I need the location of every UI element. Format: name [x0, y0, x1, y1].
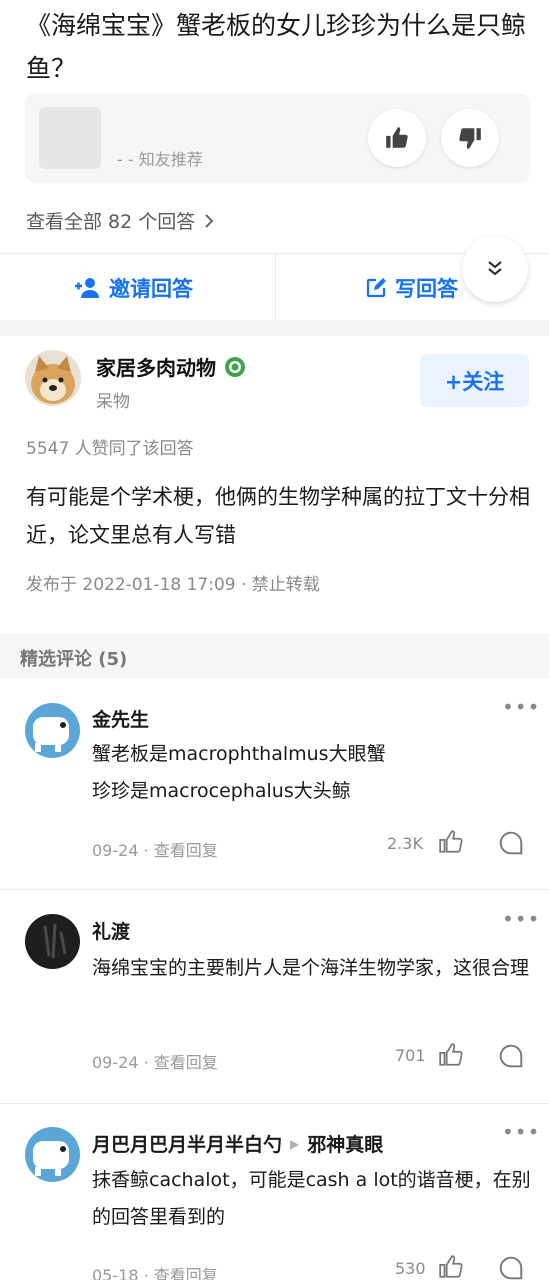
- comment-line: 珍珍是macrocephalus大头鲸: [92, 780, 351, 802]
- more-options-icon[interactable]: •••: [502, 1120, 540, 1144]
- comments-header: 精选评论 (5): [20, 649, 128, 670]
- view-all-label: 查看全部 82 个回答: [26, 211, 196, 233]
- invite-answer-button[interactable]: 邀请回答: [75, 258, 193, 318]
- answer-content[interactable]: 有可能是个学术梗，他俩的生物学种属的拉丁文十分相近，论文里总有人写错: [26, 478, 531, 554]
- write-answer-button[interactable]: 写回答: [365, 258, 458, 318]
- verified-badge-icon: [225, 356, 245, 377]
- like-button[interactable]: [438, 1042, 464, 1072]
- thumbs-up-icon: [386, 127, 408, 148]
- like-button[interactable]: [438, 829, 464, 859]
- thumbs-down-icon: [459, 128, 481, 149]
- author-tagline: 呆物: [96, 392, 130, 412]
- thumbs-up-outline-icon: [439, 1255, 463, 1278]
- comment-meta[interactable]: 05-18 · 查看回复: [92, 1262, 218, 1280]
- thumbs-up-outline-icon: [439, 830, 463, 853]
- comment-bubble-icon: [499, 1256, 523, 1280]
- avatar[interactable]: [25, 703, 80, 758]
- thumbs-up-outline-icon: [439, 1043, 463, 1066]
- author-name: 家居多肉动物: [96, 356, 216, 380]
- chevron-right-icon: [205, 213, 214, 228]
- avatar[interactable]: [25, 350, 81, 406]
- thumbs-up-button[interactable]: [368, 109, 426, 167]
- double-chevron-down-icon: [488, 261, 502, 276]
- comment-text: 海绵宝宝的主要制片人是个海洋生物学家，这很合理: [92, 957, 530, 979]
- like-count: 530: [395, 1259, 426, 1278]
- recommend-label: - - 知友推荐: [117, 150, 203, 169]
- action-separator: [275, 254, 276, 320]
- question-title[interactable]: 《海绵宝宝》蟹老板的女儿珍珍为什么是只鲸鱼？: [26, 4, 531, 90]
- like-button[interactable]: [438, 1254, 464, 1280]
- add-user-icon: [75, 278, 99, 298]
- reply-to-name[interactable]: 邪神真眼: [307, 1130, 383, 1157]
- publish-info: 发布于 2022-01-18 17:09 · 禁止转载: [26, 575, 320, 595]
- avatar[interactable]: [25, 914, 80, 969]
- comment-text: 抹香鲸cachalot，可能是cash a lot的谐音梗，在别的回答里看到的: [92, 1169, 531, 1228]
- recommend-card: - - 知友推荐: [25, 93, 530, 183]
- avatar[interactable]: [25, 1127, 80, 1182]
- section-gap: [0, 320, 549, 336]
- comment-author[interactable]: 金先生: [92, 705, 149, 732]
- bear-avatar-icon: [25, 1127, 80, 1182]
- comment-author-name: 金先生: [92, 709, 150, 731]
- comment-author[interactable]: 礼渡: [92, 917, 130, 944]
- comment-text: 蟹老板是macrophthalmus大眼蟹 珍珍是macrocephalus大头…: [92, 736, 532, 810]
- divider: [0, 889, 549, 890]
- comment-author-name: 月巴月巴月半月半白勺: [92, 1134, 283, 1156]
- comment-bubble-icon: [499, 831, 523, 855]
- reply-button[interactable]: [498, 830, 524, 860]
- expand-button[interactable]: [462, 236, 528, 302]
- author-name-row[interactable]: 家居多肉动物: [96, 352, 246, 381]
- more-options-icon[interactable]: •••: [502, 695, 540, 719]
- view-all-answers-link[interactable]: 查看全部 82 个回答: [26, 207, 215, 234]
- thumbs-down-button[interactable]: [441, 109, 499, 167]
- dark-avatar-icon: [25, 914, 80, 969]
- comment-author[interactable]: 月巴月巴月半月半白勺 ▶ 邪神真眼: [92, 1130, 383, 1157]
- reply-button[interactable]: [498, 1255, 524, 1280]
- recommend-thumbnail: [39, 107, 101, 169]
- follow-button[interactable]: +关注: [420, 354, 529, 407]
- reply-button[interactable]: [498, 1043, 524, 1073]
- comment-line: 蟹老板是macrophthalmus大眼蟹: [92, 743, 386, 765]
- more-options-icon[interactable]: •••: [502, 907, 540, 931]
- write-answer-label: 写回答: [395, 277, 458, 301]
- bear-avatar-icon: [25, 703, 80, 758]
- like-count: 701: [395, 1046, 426, 1065]
- reply-arrow-icon: ▶: [290, 1136, 300, 1151]
- doge-avatar-icon: [25, 350, 81, 406]
- divider: [0, 1103, 549, 1104]
- like-count: 2.3K: [387, 834, 423, 853]
- comment-meta[interactable]: 09-24 · 查看回复: [92, 1049, 218, 1073]
- comment-meta[interactable]: 09-24 · 查看回复: [92, 837, 218, 861]
- invite-answer-label: 邀请回答: [109, 277, 193, 301]
- comment-author-name: 礼渡: [92, 921, 131, 943]
- edit-icon: [366, 278, 386, 298]
- vote-count: 5547 人赞同了该回答: [26, 439, 194, 459]
- comment-bubble-icon: [499, 1044, 523, 1068]
